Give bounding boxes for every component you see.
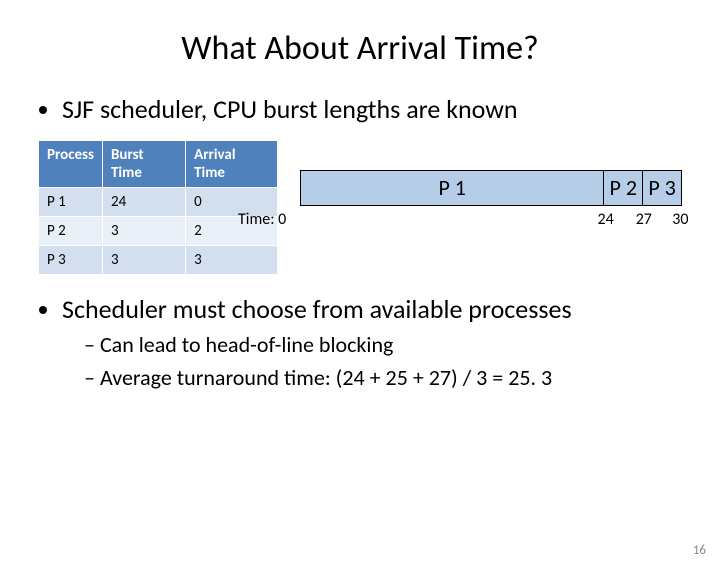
slide-title: What About Arrival Time?: [0, 28, 720, 69]
bullet-scheduler-choose-text: Scheduler must choose from available pro…: [62, 293, 572, 325]
gantt-seg-p1: P 1: [301, 171, 604, 205]
gantt-tick-27: 27: [636, 210, 652, 229]
slide-body: SJF scheduler, CPU burst lengths are kno…: [0, 93, 720, 392]
sub-avg-turnaround: Average turnaround time: (24 + 25 + 27) …: [84, 364, 682, 393]
bullet-sjf-known: SJF scheduler, CPU burst lengths are kno…: [62, 93, 682, 126]
gantt-seg-p3: P 3: [643, 171, 681, 205]
cell-burst: 3: [103, 216, 186, 245]
col-arrival-time: Arrival Time: [186, 140, 278, 187]
gantt-seg-p2: P 2: [604, 171, 643, 205]
col-burst-time: Burst Time: [103, 140, 186, 187]
gantt-tick-24: 24: [597, 210, 613, 229]
cell-process: P 1: [39, 187, 103, 216]
gantt-chart: P 1 P 2 P 3 Time: 0 24 27 30: [300, 140, 682, 210]
gantt-tick-30: 30: [672, 210, 688, 229]
table-row: P 3 3 3: [39, 245, 278, 274]
cell-burst: 24: [103, 187, 186, 216]
cell-process: P 3: [39, 245, 103, 274]
col-process: Process: [39, 140, 103, 187]
page-number: 16: [693, 543, 706, 558]
cell-burst: 3: [103, 245, 186, 274]
process-table: Process Burst Time Arrival Time P 1 24 0…: [38, 140, 278, 275]
sub-hol-blocking: Can lead to head-of-line blocking: [84, 331, 682, 360]
cell-arrival: 3: [186, 245, 278, 274]
cell-process: P 2: [39, 216, 103, 245]
bullet-scheduler-choose: Scheduler must choose from available pro…: [62, 293, 682, 393]
gantt-time-label: Time: 0: [238, 210, 286, 229]
